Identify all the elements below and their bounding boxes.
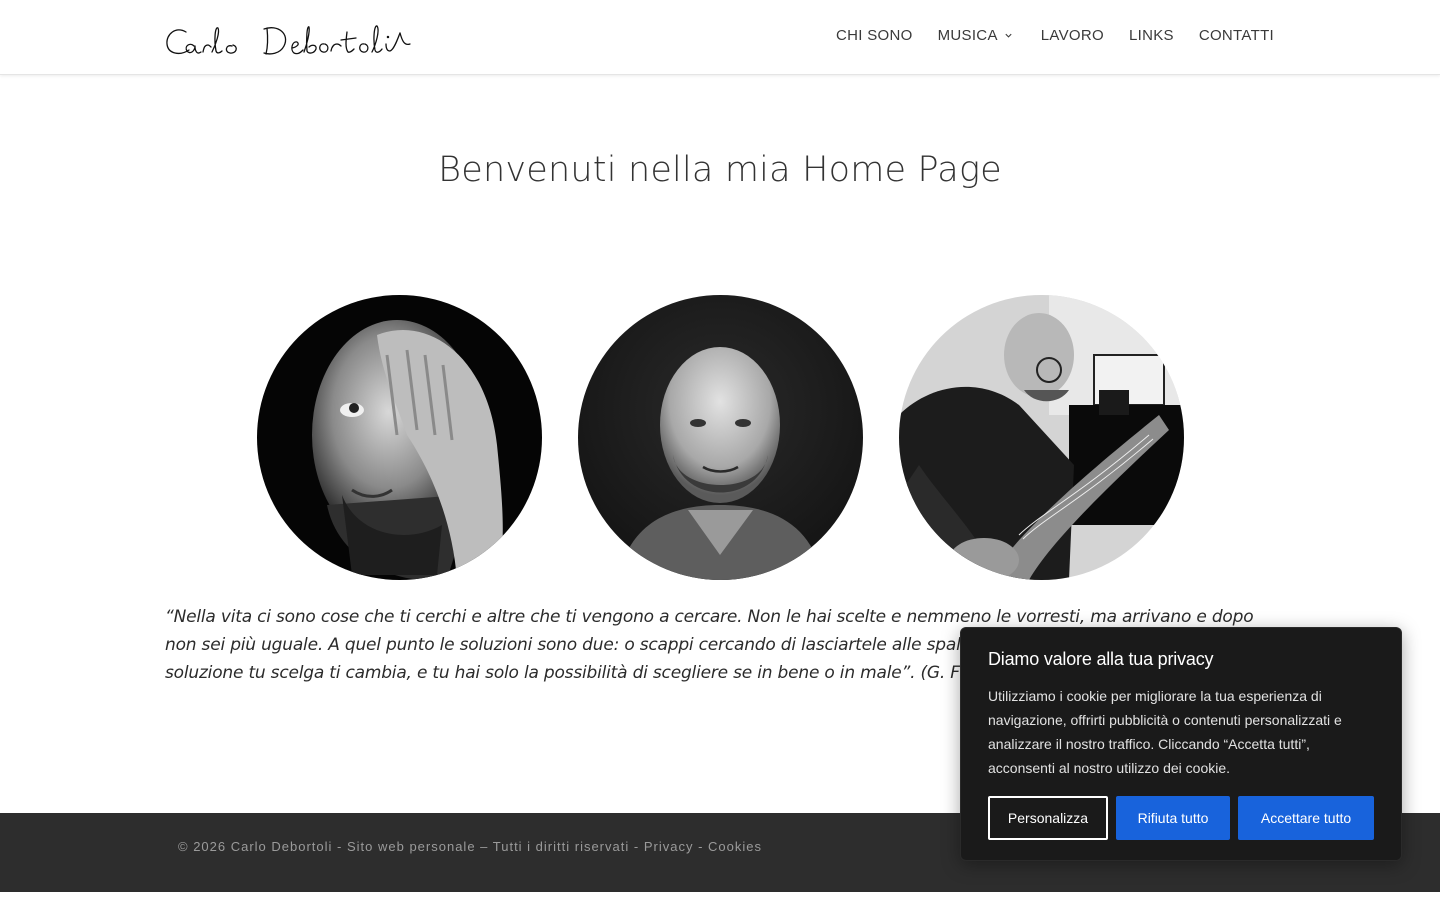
reject-all-button[interactable]: Rifiuta tutto: [1116, 796, 1230, 840]
footer-text: © 2026 Carlo Debortoli - Sito web person…: [178, 839, 762, 854]
portrait-image: [578, 295, 863, 580]
main-navigation: CHI SONO MUSICA LAVORO LINKS CONTATTI: [811, 27, 1274, 44]
signature-logo-icon: [166, 25, 411, 55]
nav-label: LAVORO: [1040, 27, 1104, 44]
site-logo[interactable]: [164, 20, 416, 62]
cookies-link[interactable]: Cookies: [708, 839, 762, 854]
portrait-image: [257, 295, 542, 580]
chevron-down-icon: [1005, 33, 1012, 38]
nav-item-musica[interactable]: MUSICA: [938, 27, 1013, 44]
page-title: Benvenuti nella mia Home Page: [438, 150, 1002, 190]
nav-item-chi-sono[interactable]: CHI SONO: [836, 27, 913, 44]
portrait-image: [899, 295, 1184, 580]
accept-all-button[interactable]: Accettare tutto: [1238, 796, 1374, 840]
photo-portrait-hand-over-eye: [257, 295, 542, 580]
nav-label: MUSICA: [937, 27, 998, 44]
photo-portrait-smiling: [578, 295, 863, 580]
footer-copyright: © 2026 Carlo Debortoli - Sito web person…: [178, 839, 630, 854]
nav-label: CHI SONO: [836, 27, 913, 44]
customize-button[interactable]: Personalizza: [988, 796, 1108, 840]
nav-item-links[interactable]: LINKS: [1129, 27, 1174, 44]
cookie-description: Utilizziamo i cookie per migliorare la t…: [988, 688, 1342, 776]
footer-separator: -: [633, 839, 644, 854]
nav-label: LINKS: [1128, 27, 1174, 44]
cookie-title: Diamo valore alla tua privacy: [988, 649, 1214, 669]
nav-item-lavoro[interactable]: LAVORO: [1041, 27, 1104, 44]
nav-item-contatti[interactable]: CONTATTI: [1199, 27, 1274, 44]
privacy-link[interactable]: Privacy: [644, 839, 694, 854]
photo-portrait-playing-bass: [899, 295, 1184, 580]
site-header: CHI SONO MUSICA LAVORO LINKS CONTATTI: [0, 0, 1440, 75]
nav-label: CONTATTI: [1198, 27, 1274, 44]
footer-separator: -: [698, 839, 709, 854]
cookie-consent-banner: Diamo valore alla tua privacy Utilizziam…: [960, 627, 1402, 861]
